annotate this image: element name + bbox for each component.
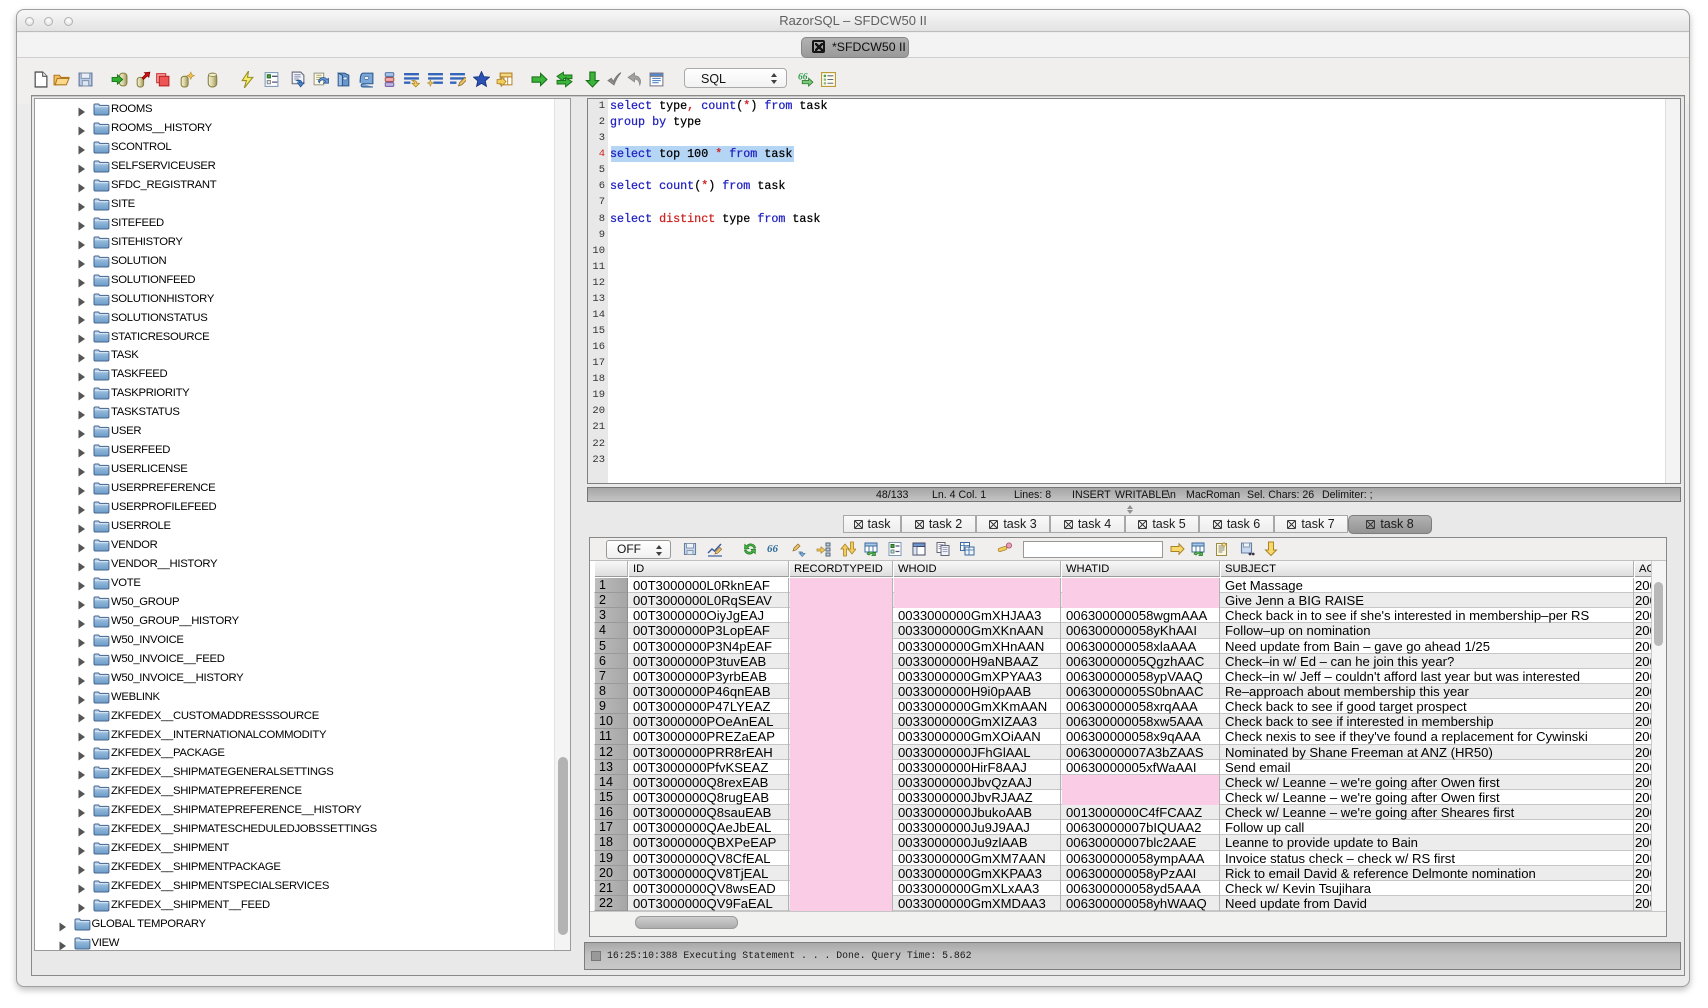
svg-text:66: 66: [767, 543, 779, 555]
